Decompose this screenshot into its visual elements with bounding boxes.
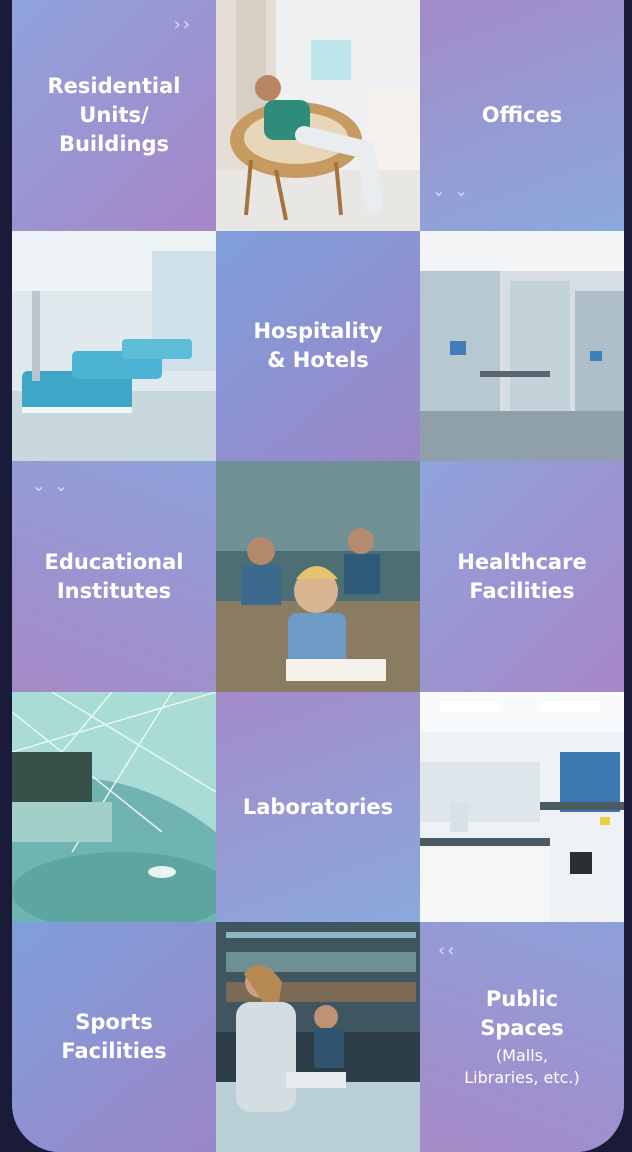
tile-public-spaces-label: Public Spaces (Malls, Libraries, etc.): [446, 956, 598, 1118]
photo-man-relaxing-in-chair: [216, 0, 420, 231]
tile-educational-label: Educational Institutes: [44, 549, 184, 603]
chevron-left-icon: ‹‹: [438, 940, 457, 961]
tile-hospitality[interactable]: Hospitality & Hotels: [216, 231, 420, 461]
tile-sports[interactable]: Sports Facilities: [12, 922, 216, 1152]
photo-laboratory-room: [420, 692, 624, 922]
tile-laboratories-label: Laboratories: [242, 794, 394, 819]
tile-public-spaces[interactable]: ‹‹ Public Spaces (Malls, Libraries, etc.…: [420, 922, 624, 1152]
tile-healthcare-label: Healthcare Facilities: [457, 549, 587, 603]
photo-glass-office: [420, 231, 624, 461]
chevron-down-icon: ⌄ ⌄: [432, 181, 470, 200]
photo-classroom: [216, 461, 420, 692]
chevron-down-icon: ⌄ ⌄: [32, 476, 70, 495]
photo-hospital-ward: [12, 231, 216, 461]
tile-healthcare[interactable]: Healthcare Facilities: [420, 461, 624, 692]
category-grid: ›› Residential Units/ Buildings ⌄ ⌄ Offi: [12, 0, 624, 1152]
chevron-right-icon: ››: [173, 14, 192, 35]
tile-public-spaces-title: Public Spaces: [480, 987, 564, 1040]
category-grid-frame: ›› Residential Units/ Buildings ⌄ ⌄ Offi: [12, 0, 624, 1152]
tile-offices[interactable]: ⌄ ⌄ Offices: [420, 0, 624, 231]
photo-glass-dome-atrium: [12, 692, 216, 922]
tile-public-spaces-subtitle: (Malls, Libraries, etc.): [464, 1046, 580, 1087]
tile-residential-label: Residential Units/ Buildings: [47, 74, 181, 156]
tile-residential[interactable]: ›› Residential Units/ Buildings: [12, 0, 216, 231]
tile-educational[interactable]: ⌄ ⌄ Educational Institutes: [12, 461, 216, 692]
photo-library-students: [216, 922, 420, 1152]
tile-hospitality-label: Hospitality & Hotels: [253, 319, 383, 372]
tile-sports-label: Sports Facilities: [61, 1010, 167, 1063]
tile-offices-label: Offices: [481, 103, 563, 127]
tile-laboratories[interactable]: Laboratories: [216, 692, 420, 922]
